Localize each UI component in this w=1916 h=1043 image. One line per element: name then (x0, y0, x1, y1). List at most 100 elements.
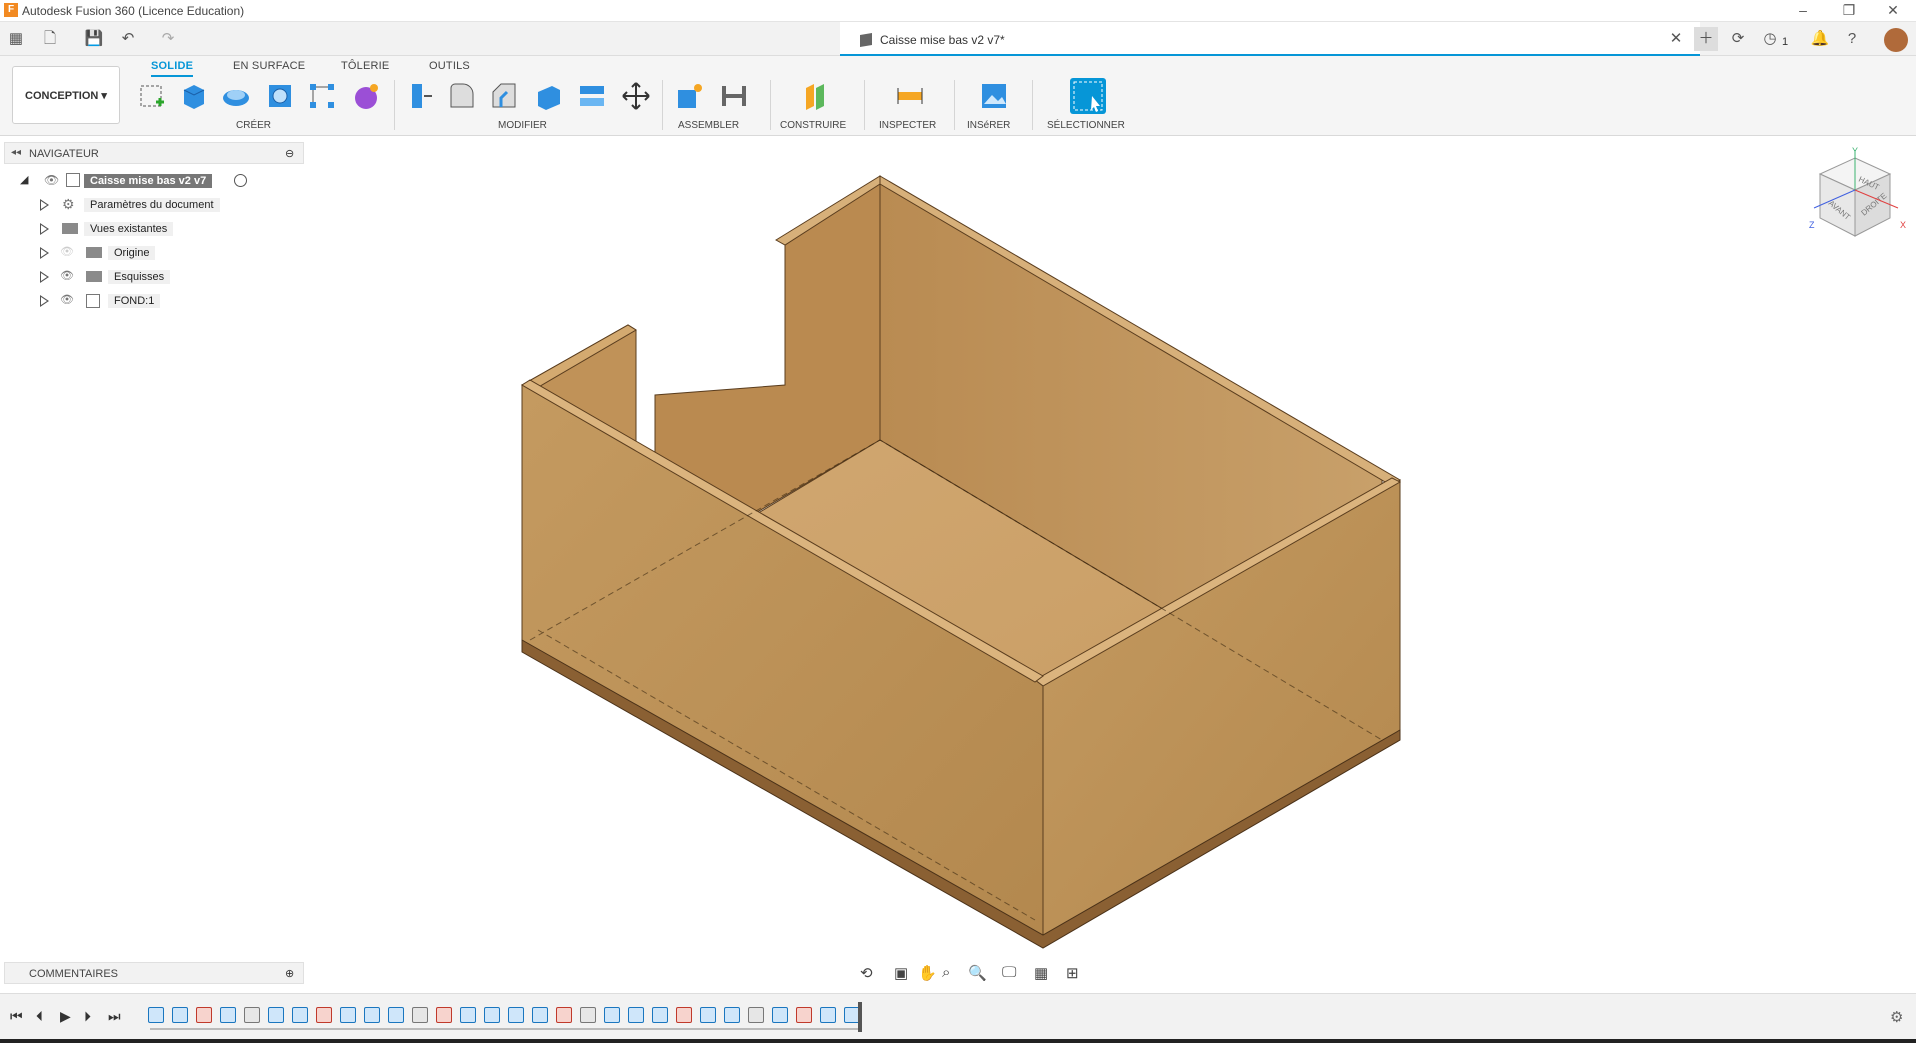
browser-item-vues[interactable]: Vues existantes (38, 219, 258, 239)
group-selectionner[interactable]: SÉLECTIONNER (1047, 120, 1125, 131)
timeline-feature-icon[interactable] (292, 1007, 308, 1023)
combine-icon[interactable] (576, 80, 608, 112)
timeline-feature-icon[interactable] (460, 1007, 476, 1023)
hole-icon[interactable] (264, 80, 296, 112)
pan-hand-icon[interactable]: ✋ (918, 964, 937, 982)
close-window-button[interactable]: ✕ (1870, 0, 1916, 22)
redo-icon[interactable]: ↷ (156, 27, 180, 51)
joint-icon[interactable] (718, 80, 750, 112)
timeline-feature-icon[interactable] (148, 1007, 164, 1023)
timeline-feature-icon[interactable] (532, 1007, 548, 1023)
select-icon[interactable] (1070, 78, 1106, 114)
extrude-icon[interactable] (178, 80, 210, 112)
expand-triangle-icon[interactable]: ◢ (20, 173, 28, 186)
3d-viewport[interactable] (320, 140, 1916, 960)
tab-solide[interactable]: SOLIDE (151, 60, 194, 77)
group-assembler[interactable]: ASSEMBLER (678, 120, 739, 131)
timeline-marker[interactable] (858, 1002, 862, 1032)
close-tab-icon[interactable]: ✕ (1664, 27, 1688, 51)
press-pull-icon[interactable] (404, 80, 436, 112)
file-menu-icon[interactable]: 🗋 (38, 27, 62, 51)
timeline-feature-icon[interactable] (604, 1007, 620, 1023)
timeline-feature-icon[interactable] (772, 1007, 788, 1023)
timeline-feature-icon[interactable] (676, 1007, 692, 1023)
tab-tolerie[interactable]: TÔLERIE (341, 60, 389, 72)
group-inserer[interactable]: INSéRER (967, 120, 1010, 131)
zoom-icon[interactable]: ⌕ (942, 964, 950, 981)
timeline-settings-gear-icon[interactable]: ⚙ (1890, 1008, 1903, 1026)
timeline-feature-icon[interactable] (724, 1007, 740, 1023)
timeline-feature-icon[interactable] (388, 1007, 404, 1023)
step-back-icon[interactable]: ⏴ (36, 1008, 43, 1025)
visibility-eye-icon[interactable]: 👁 (60, 269, 74, 282)
grid-settings-icon[interactable]: ▦ (1034, 964, 1048, 982)
pin-icon[interactable]: ⊖ (285, 147, 294, 160)
timeline-feature-icon[interactable] (748, 1007, 764, 1023)
group-construire[interactable]: CONSTRUIRE (780, 120, 846, 131)
play-icon[interactable]: ▶ (60, 1008, 71, 1025)
timeline-feature-icon[interactable] (268, 1007, 284, 1023)
visibility-eye-icon[interactable]: 👁 (60, 293, 74, 306)
new-tab-icon[interactable]: ＋ (1694, 27, 1718, 51)
timeline-feature-icon[interactable] (172, 1007, 188, 1023)
tab-outils[interactable]: OUTILS (429, 60, 470, 72)
timeline-feature-icon[interactable] (796, 1007, 812, 1023)
timeline-feature-icon[interactable] (196, 1007, 212, 1023)
fillet-icon[interactable] (446, 80, 478, 112)
comments-panel[interactable]: COMMENTAIRES ⊕ (4, 962, 304, 984)
sync-icon[interactable]: ⟳ (1726, 27, 1750, 51)
group-modifier[interactable]: MODIFIER (498, 120, 547, 131)
timeline-feature-icon[interactable] (556, 1007, 572, 1023)
browser-item-origine[interactable]: 👁 Origine (38, 243, 258, 263)
view-cube[interactable]: HAUT AVANT DROITE Y X Z (1800, 146, 1910, 256)
timeline-feature-icon[interactable] (484, 1007, 500, 1023)
notification-bell-icon[interactable]: 🔔 (1808, 27, 1832, 51)
tab-en-surface[interactable]: EN SURFACE (233, 60, 305, 72)
timeline-feature-icon[interactable] (436, 1007, 452, 1023)
insert-image-icon[interactable] (978, 80, 1010, 112)
timeline-feature-icon[interactable] (700, 1007, 716, 1023)
step-forward-icon[interactable]: ⏵ (84, 1008, 91, 1025)
browser-item-esquisses[interactable]: 👁 Esquisses (38, 267, 258, 287)
expand-arrow-icon[interactable] (40, 199, 49, 211)
display-settings-icon[interactable]: 🖵 (1002, 964, 1016, 981)
go-to-end-icon[interactable]: ⏭ (108, 1008, 121, 1025)
pattern-icon[interactable] (306, 80, 338, 112)
expand-arrow-icon[interactable] (40, 223, 49, 235)
activate-radio-icon[interactable] (234, 174, 247, 187)
browser-header[interactable]: ◂◂ NAVIGATEUR ⊖ (4, 142, 304, 164)
timeline-feature-icon[interactable] (412, 1007, 428, 1023)
create-sketch-icon[interactable] (136, 80, 168, 112)
timeline-feature-icon[interactable] (340, 1007, 356, 1023)
visibility-eye-icon[interactable]: 👁 (44, 173, 59, 187)
workspace-switcher[interactable]: CONCEPTION ▾ (12, 66, 120, 124)
chamfer-icon[interactable] (488, 80, 520, 112)
job-status-icon[interactable]: ◷ (1758, 27, 1782, 51)
help-icon[interactable]: ? (1840, 27, 1864, 51)
offset-plane-icon[interactable] (800, 80, 832, 112)
avatar[interactable] (1884, 28, 1908, 52)
orbit-icon[interactable]: ⟲ (860, 964, 873, 982)
measure-icon[interactable] (894, 80, 926, 112)
expand-arrow-icon[interactable] (40, 271, 49, 283)
shell-icon[interactable] (532, 80, 564, 112)
timeline-feature-icon[interactable] (244, 1007, 260, 1023)
timeline-feature-icon[interactable] (508, 1007, 524, 1023)
new-component-icon[interactable] (674, 80, 706, 112)
timeline-feature-icon[interactable] (820, 1007, 836, 1023)
timeline-feature-icon[interactable] (580, 1007, 596, 1023)
expand-arrow-icon[interactable] (40, 295, 49, 307)
browser-item-parametres[interactable]: ⚙ Paramètres du document (38, 195, 258, 215)
timeline-feature-icon[interactable] (220, 1007, 236, 1023)
save-icon[interactable]: 💾 (82, 27, 106, 51)
expand-arrow-icon[interactable] (40, 247, 49, 259)
move-icon[interactable] (620, 80, 652, 112)
undo-icon[interactable]: ↶ (116, 27, 140, 51)
browser-root[interactable]: ◢ 👁 Caisse mise bas v2 v7 (18, 171, 258, 191)
timeline-feature-icon[interactable] (628, 1007, 644, 1023)
collapse-panel-icon[interactable]: ◂◂ (11, 147, 21, 158)
data-panel-grid-icon[interactable]: ▦ (4, 27, 28, 51)
group-creer[interactable]: CRÉER (236, 120, 271, 131)
timeline-feature-icon[interactable] (364, 1007, 380, 1023)
add-comment-icon[interactable]: ⊕ (285, 967, 294, 980)
